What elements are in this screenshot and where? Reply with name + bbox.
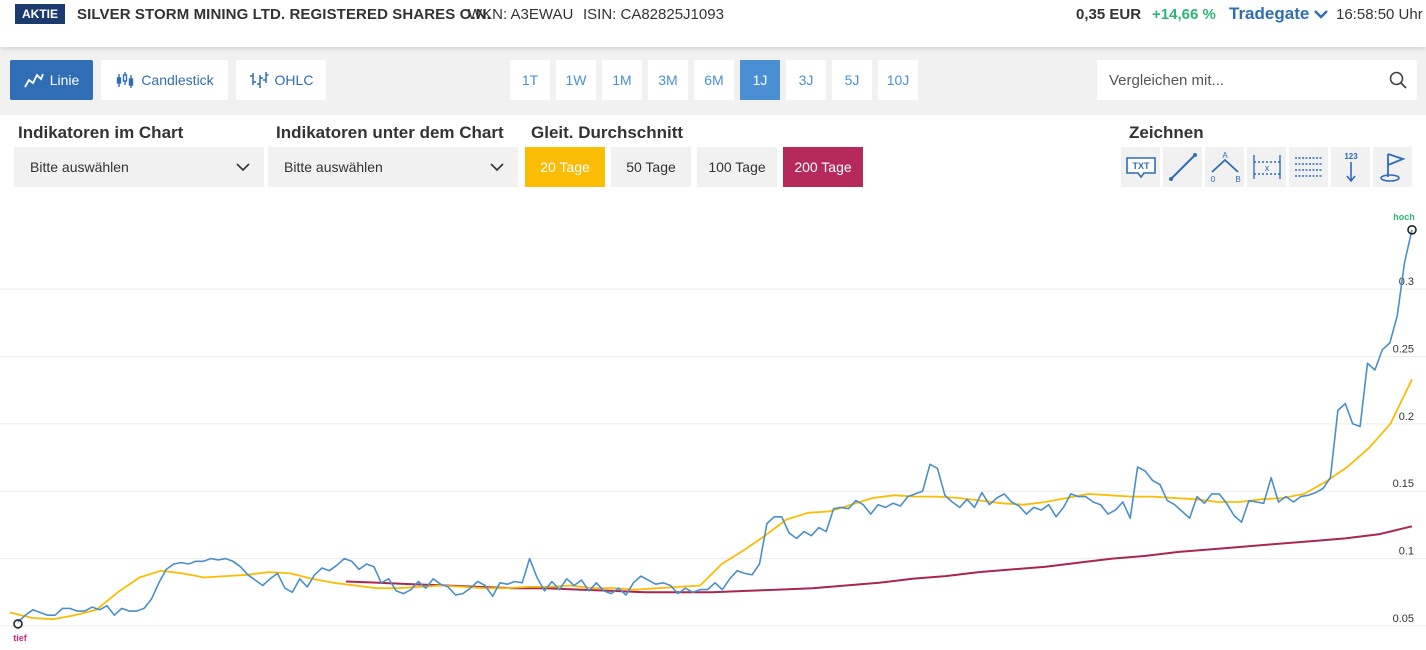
quote-time: 16:58:50 Uhr bbox=[1336, 6, 1423, 23]
chart-markers: hoch tief bbox=[13, 212, 1417, 643]
draw-text-button[interactable]: TXT bbox=[1121, 147, 1160, 187]
svg-text:TXT: TXT bbox=[1132, 161, 1150, 171]
range-10j-button[interactable]: 10J bbox=[878, 60, 918, 100]
flag-tool-icon bbox=[1379, 153, 1406, 182]
text-tool-icon: TXT bbox=[1125, 157, 1156, 179]
series-ma200 bbox=[345, 525, 1413, 594]
high-label: hoch bbox=[1393, 212, 1415, 222]
y-tick-label: 0.15 bbox=[1393, 478, 1414, 490]
chart-type-candlestick-button[interactable]: Candlestick bbox=[101, 60, 228, 100]
exchange-selector[interactable]: Tradegate bbox=[1229, 4, 1329, 24]
chart-toolbar: Linie Candlestick OHLC 1T 1W 1M 3M 6M 1J… bbox=[0, 47, 1426, 115]
search-icon[interactable] bbox=[1389, 71, 1407, 89]
draw-flag-button[interactable] bbox=[1373, 147, 1412, 187]
chart-type-ohlc-label: OHLC bbox=[274, 72, 314, 88]
indicators-in-chart-value: Bitte auswählen bbox=[30, 159, 129, 175]
y-tick-label: 0.2 bbox=[1399, 411, 1414, 423]
svg-text:A: A bbox=[1222, 151, 1228, 160]
range-1j-button[interactable]: 1J bbox=[740, 60, 780, 100]
chevron-down-icon bbox=[490, 163, 504, 172]
instrument-type-badge: AKTIE bbox=[15, 4, 65, 24]
indicators-below-chart-label: Indikatoren unter dem Chart bbox=[276, 123, 504, 142]
instrument-header: AKTIE SILVER STORM MINING LTD. REGISTERE… bbox=[0, 0, 1426, 47]
measure-tool-icon: x bbox=[1252, 155, 1281, 179]
range-3m-button[interactable]: 3M bbox=[648, 60, 688, 100]
line-chart-icon bbox=[23, 73, 44, 88]
indicators-below-chart-value: Bitte auswählen bbox=[284, 159, 383, 175]
ma-50-button[interactable]: 50 Tage bbox=[611, 147, 691, 187]
y-tick-label: 0.1 bbox=[1399, 546, 1414, 558]
svg-text:B: B bbox=[1235, 175, 1240, 184]
line-tool-icon bbox=[1168, 153, 1197, 181]
indicators-in-chart-select[interactable]: Bitte auswählen bbox=[14, 147, 264, 187]
range-3j-button[interactable]: 3J bbox=[786, 60, 826, 100]
y-axis: 0.050.10.150.20.250.3 bbox=[1393, 276, 1414, 625]
indicators-in-chart-label: Indikatoren im Chart bbox=[18, 123, 184, 142]
ma-200-button[interactable]: 200 Tage bbox=[783, 147, 863, 187]
svg-text:x: x bbox=[1264, 163, 1269, 173]
chart-type-line-label: Linie bbox=[49, 72, 80, 88]
chevron-down-icon bbox=[236, 163, 250, 172]
price-change: +14,66 % bbox=[1152, 6, 1216, 23]
range-1w-button[interactable]: 1W bbox=[556, 60, 596, 100]
indicator-panel: Indikatoren im Chart Bitte auswählen Ind… bbox=[10, 115, 1417, 195]
isin-label: ISIN: CA82825J1093 bbox=[583, 6, 724, 23]
y-tick-label: 0.05 bbox=[1393, 613, 1414, 625]
svg-text:123: 123 bbox=[1344, 152, 1358, 161]
compare-search-box bbox=[1097, 60, 1417, 100]
ma-20-button[interactable]: 20 Tage bbox=[525, 147, 605, 187]
indicators-below-chart-select[interactable]: Bitte auswählen bbox=[268, 147, 518, 187]
y-tick-label: 0.25 bbox=[1393, 343, 1414, 355]
exchange-label: Tradegate bbox=[1229, 4, 1310, 23]
wkn-label: WKN: A3EWAU bbox=[468, 6, 574, 23]
abc-tool-icon: A 0 B bbox=[1210, 151, 1240, 184]
candlestick-icon bbox=[117, 72, 134, 88]
moving-average-label: Gleit. Durchschnitt bbox=[531, 123, 684, 142]
draw-abc-button[interactable]: A 0 B bbox=[1205, 147, 1244, 187]
ohlc-icon bbox=[249, 72, 269, 88]
chart-type-ohlc-button[interactable]: OHLC bbox=[236, 60, 326, 100]
chart-type-candlestick-label: Candlestick bbox=[141, 72, 214, 88]
draw-counter-button[interactable]: 123 bbox=[1331, 147, 1370, 187]
instrument-name: SILVER STORM MINING LTD. REGISTERED SHAR… bbox=[77, 6, 491, 23]
price-chart[interactable]: 0.050.10.150.20.250.3 hochtief bbox=[0, 195, 1426, 650]
chevron-down-icon bbox=[1314, 10, 1329, 19]
chart-grid bbox=[0, 288, 1426, 627]
range-1t-button[interactable]: 1T bbox=[510, 60, 550, 100]
fibonacci-tool-icon bbox=[1294, 157, 1323, 177]
current-price: 0,35 EUR bbox=[1076, 6, 1142, 23]
low-label: tief bbox=[13, 633, 28, 643]
draw-measure-button[interactable]: x bbox=[1247, 147, 1286, 187]
counter-tool-icon: 123 bbox=[1344, 152, 1358, 183]
range-6m-button[interactable]: 6M bbox=[694, 60, 734, 100]
range-1m-button[interactable]: 1M bbox=[602, 60, 642, 100]
drawing-tools-label: Zeichnen bbox=[1129, 123, 1204, 142]
ma-100-button[interactable]: 100 Tage bbox=[697, 147, 777, 187]
compare-input[interactable] bbox=[1097, 60, 1387, 100]
svg-text:0: 0 bbox=[1210, 175, 1215, 184]
draw-fibonacci-button[interactable] bbox=[1289, 147, 1328, 187]
chart-type-line-button[interactable]: Linie bbox=[10, 60, 93, 100]
range-5j-button[interactable]: 5J bbox=[832, 60, 872, 100]
draw-line-button[interactable] bbox=[1163, 147, 1202, 187]
series-ma20 bbox=[9, 379, 1413, 621]
